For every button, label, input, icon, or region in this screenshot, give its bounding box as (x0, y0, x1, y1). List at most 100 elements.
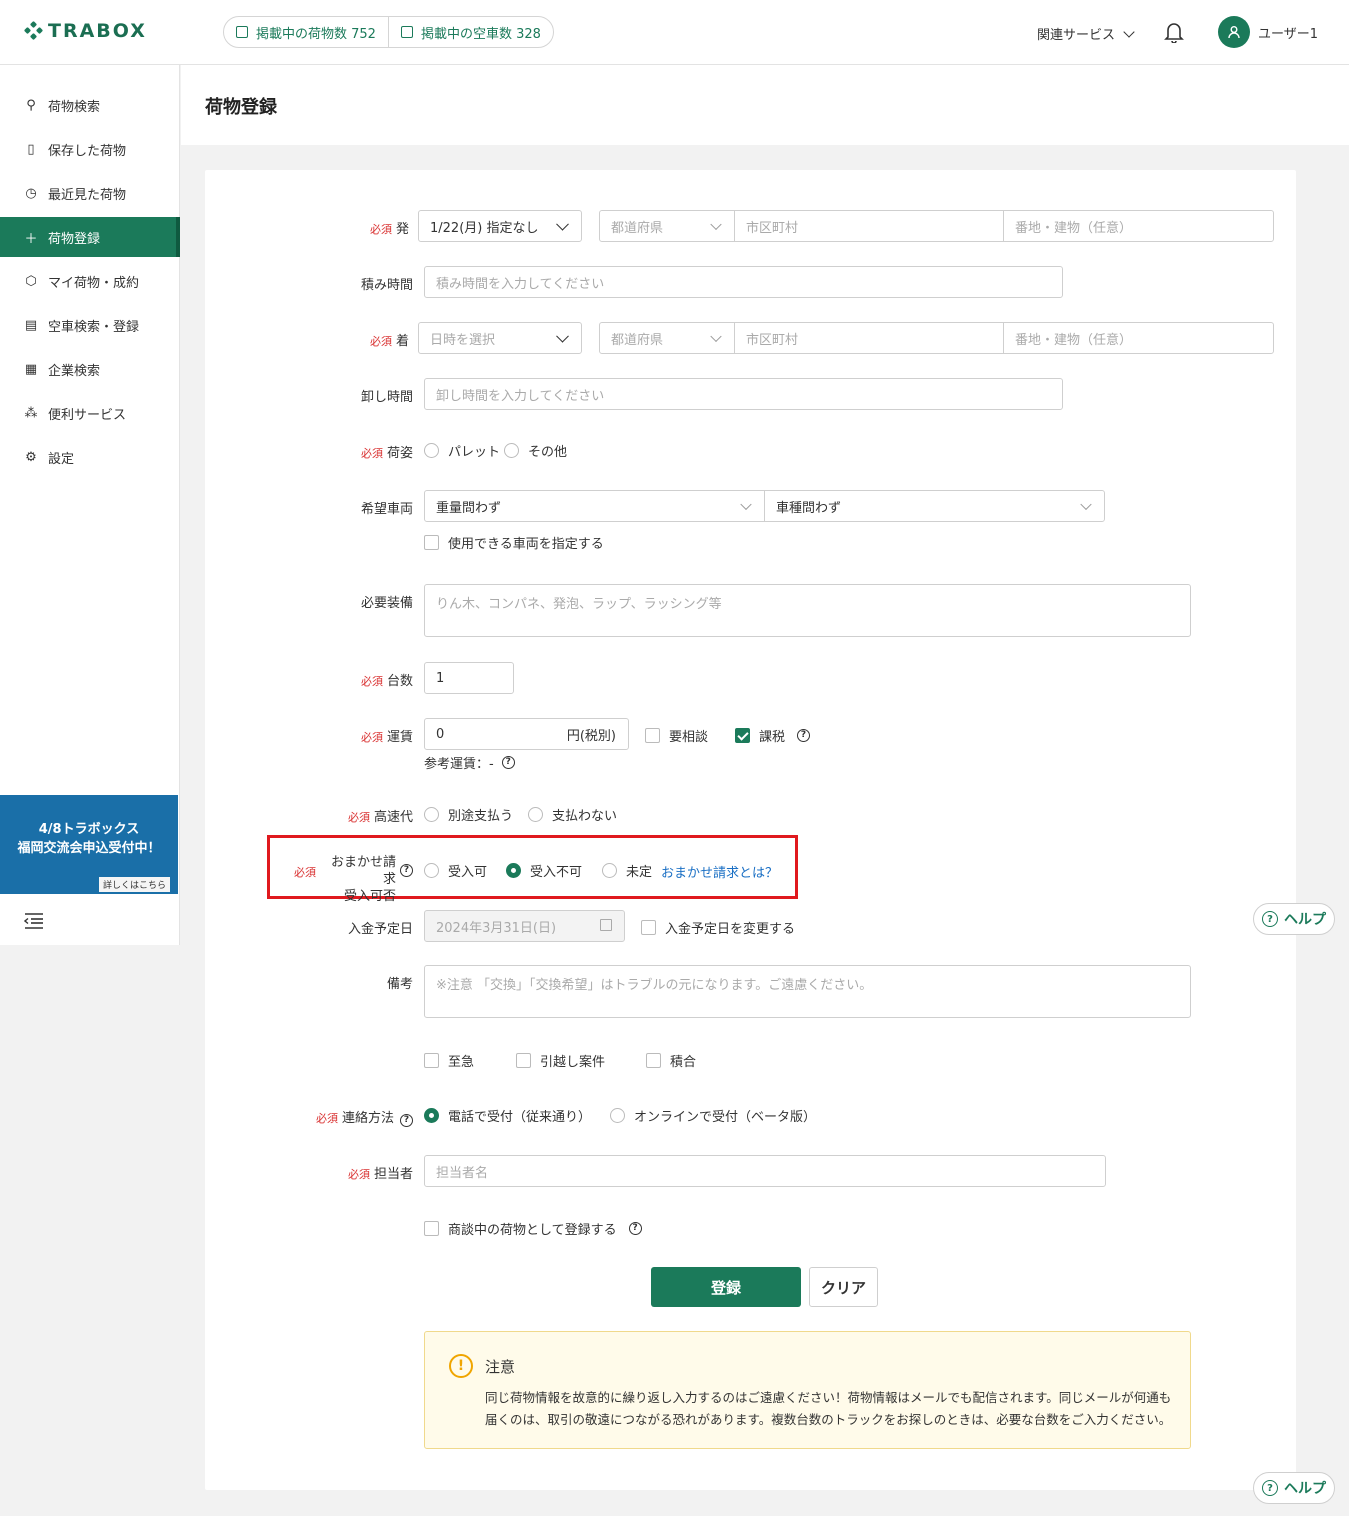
notice-line-2: 届くのは、取引の敬遠につながる恐れがあります。複数台数のトラックをお探しのときは… (485, 1412, 1172, 1427)
reference-fare-text: 参考運賃：- (424, 757, 494, 772)
banner-line-2: 福岡交流会申込受付中！ (17, 841, 161, 856)
sidebar-item-settings[interactable]: ⚙ 設定 (0, 437, 180, 477)
cargo-count-label: 掲載中の荷物数 752 (256, 26, 376, 42)
help-label: ヘルプ (1284, 1481, 1326, 1497)
sidebar-item-recent-cargo[interactable]: ◷ 最近見た荷物 (0, 173, 180, 213)
sidebar-item-cargo-search[interactable]: ⚲ 荷物検索 (0, 85, 180, 125)
help-icon[interactable]: ? (400, 864, 413, 877)
avatar (1218, 16, 1250, 48)
equipment-textarea[interactable]: りん木、コンパネ、発泡、ラップ、ラッシング等 (424, 584, 1191, 637)
history-icon: ◷ (25, 185, 37, 201)
checkbox-box (424, 1221, 439, 1236)
radio-label: パレット (448, 445, 501, 460)
warning-icon: ! (449, 1354, 473, 1378)
omakase-info-link[interactable]: おまかせ請求とは？ (661, 862, 778, 881)
radio-circle (610, 1108, 625, 1123)
fare-negotiable-checkbox[interactable]: 要相談 (645, 726, 708, 745)
radio-label: その他 (528, 445, 568, 460)
checkbox-box (645, 728, 660, 743)
packing-radio-other[interactable]: その他 (504, 441, 567, 460)
radio-label: 別途支払う (448, 809, 514, 824)
change-payment-date-checkbox[interactable]: 入金予定日を変更する (641, 918, 795, 937)
departure-label-text: 発 (395, 222, 409, 237)
contact-label: 必須 連絡方法? (316, 1107, 413, 1127)
register-button[interactable]: 登録 (651, 1267, 801, 1307)
gear-icon: ⚙ (25, 449, 37, 465)
equipment-label: 必要装備 (360, 596, 413, 611)
user-icon (1228, 26, 1240, 39)
help-icon[interactable]: ? (797, 729, 811, 742)
banner-details-link[interactable]: 詳しくはこちら (98, 877, 170, 892)
vehicle-type-select[interactable]: 車種問わず (764, 490, 1105, 522)
fare-label: 必須 運賃 (361, 726, 413, 745)
person-input[interactable]: 担当者名 (424, 1155, 1106, 1187)
departure-address-input[interactable]: 番地・建物（任意） (1003, 210, 1274, 242)
arrival-city-input[interactable]: 市区町村 (734, 322, 1004, 354)
contact-label-text: 連絡方法 (341, 1111, 394, 1126)
departure-city-input[interactable]: 市区町村 (734, 210, 1004, 242)
omakase-radio-reject[interactable]: 受入不可 (506, 861, 582, 880)
omakase-radio-accept[interactable]: 受入可 (424, 861, 487, 880)
vehicle-count-stat[interactable]: 掲載中の空車数 328 (387, 17, 553, 47)
arrival-date-select[interactable]: 日時を選択 (418, 322, 582, 354)
sidebar-item-services[interactable]: ⁂ 便利サービス (0, 393, 180, 433)
fare-unit: 円(税別) (566, 728, 616, 744)
negotiating-checkbox[interactable]: 商談中の荷物として登録する? (424, 1219, 642, 1238)
trabox-logo[interactable]: TRABOX (23, 20, 147, 42)
departure-date-select[interactable]: 1/22(月) 指定なし (418, 210, 582, 242)
clear-button[interactable]: クリア (809, 1267, 878, 1307)
help-icon[interactable]: ? (400, 1114, 413, 1127)
help-button[interactable]: ? ヘルプ (1253, 903, 1335, 935)
radio-circle (528, 807, 543, 822)
vehicle-count-label: 掲載中の空車数 328 (420, 26, 541, 42)
highway-radio-pay[interactable]: 別途支払う (424, 805, 513, 824)
arrival-label: 必須着 (370, 330, 409, 349)
fare-taxable-checkbox[interactable]: 課税? (735, 726, 811, 745)
count-input[interactable]: 1 (424, 662, 514, 694)
urgent-checkbox[interactable]: 至急 (424, 1051, 474, 1070)
omakase-label-line1: おまかせ請求 (330, 855, 396, 887)
chevron-down-icon (556, 217, 569, 231)
sidebar-item-label: 設定 (48, 451, 75, 467)
banner-line-1: 4/8トラボックス (38, 822, 140, 837)
bookmark-icon: ▯ (27, 141, 35, 157)
vehicle-weight-select[interactable]: 重量問わず (424, 490, 765, 522)
related-services-menu[interactable]: 関連サービス (1037, 24, 1135, 43)
arrival-prefecture-select[interactable]: 都道府県 (599, 322, 735, 354)
cargo-count-stat[interactable]: 掲載中の荷物数 752 (224, 17, 388, 47)
user-menu[interactable]: ユーザー1 (1218, 16, 1318, 48)
highway-radio-not-pay[interactable]: 支払わない (528, 805, 617, 824)
sidebar-item-my-cargo[interactable]: ⬡ マイ荷物・成約 (0, 261, 180, 301)
event-banner[interactable]: 4/8トラボックス福岡交流会申込受付中！ 詳しくはこちら (0, 795, 178, 894)
bell-icon[interactable] (1164, 21, 1184, 43)
sidebar-item-label: 保存した荷物 (48, 143, 127, 159)
logo-text: TRABOX (48, 20, 147, 42)
sidebar-item-vehicle-search[interactable]: ▤ 空車検索・登録 (0, 305, 180, 345)
contact-radio-phone[interactable]: 電話で受付（従来通り） (424, 1106, 591, 1125)
specify-vehicle-checkbox[interactable]: 使用できる車両を指定する (424, 533, 604, 552)
omakase-radio-undecided[interactable]: 未定 (602, 861, 652, 880)
departure-prefecture-select[interactable]: 都道府県 (599, 210, 735, 242)
help-button-bottom[interactable]: ? ヘルプ (1253, 1472, 1335, 1504)
radio-circle (424, 807, 439, 822)
remarks-textarea[interactable]: ※注意 「交換」「交換希望」はトラブルの元になります。ご遠慮ください。 (424, 965, 1191, 1018)
sidebar-item-saved-cargo[interactable]: ▯ 保存した荷物 (0, 129, 180, 169)
consolidated-checkbox[interactable]: 積合 (646, 1051, 696, 1070)
help-icon[interactable]: ? (628, 1222, 642, 1235)
sidebar-item-company-search[interactable]: ▦ 企業検索 (0, 349, 180, 389)
banner-text: 4/8トラボックス福岡交流会申込受付中！ (0, 820, 178, 858)
highway-label: 必須 高速代 (348, 806, 413, 825)
radio-label: 支払わない (552, 809, 618, 824)
unloading-time-input[interactable]: 卸し時間を入力してください (424, 378, 1063, 410)
fare-input[interactable]: 0 円(税別) (424, 718, 629, 750)
loading-time-input[interactable]: 積み時間を入力してください (424, 266, 1063, 298)
contact-radio-online[interactable]: オンラインで受付（ベータ版） (610, 1106, 816, 1125)
sidebar-item-cargo-register[interactable]: ＋ 荷物登録 (0, 217, 180, 257)
moving-checkbox[interactable]: 引越し案件 (516, 1051, 605, 1070)
collapse-menu-icon[interactable] (24, 913, 44, 929)
arrival-address-input[interactable]: 番地・建物（任意） (1003, 322, 1274, 354)
omakase-label: おまかせ請求 受入可否 (322, 854, 396, 905)
remarks-label: 備考 (386, 977, 413, 992)
packing-radio-pallet[interactable]: パレット (424, 441, 500, 460)
help-icon[interactable]: ? (501, 756, 515, 769)
